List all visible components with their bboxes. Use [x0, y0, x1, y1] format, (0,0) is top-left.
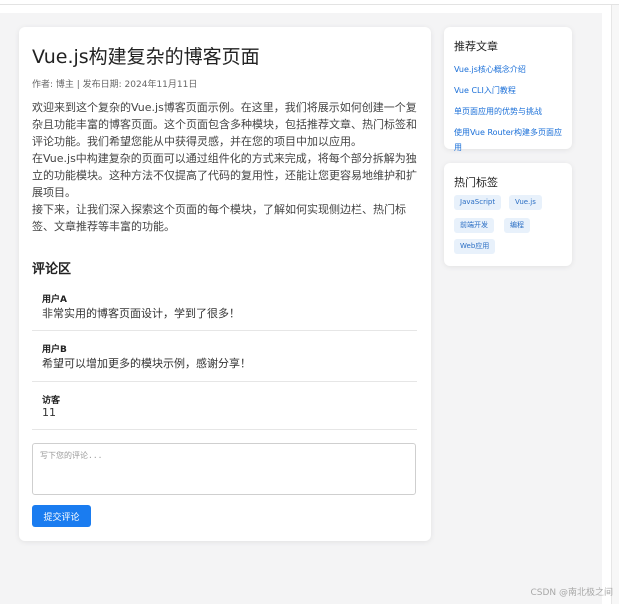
recommended-articles-card: 推荐文章 Vue.js核心概念介绍 Vue CLI入门教程 单页面应用的优势与挑…: [444, 27, 572, 152]
comment-text: 非常实用的博客页面设计，学到了很多！: [42, 307, 240, 320]
article-paragraph: 接下来，让我们深入探索这个页面的每个模块，了解如何实现侧边栏、热门标签、文章推荐…: [32, 203, 406, 233]
comment-input[interactable]: [32, 443, 416, 495]
comment-text: 希望可以增加更多的模块示例，感谢分享！: [42, 357, 251, 370]
article-paragraph: 在Vue.js中构建复杂的页面可以通过组件化的方式来完成，将每个部分拆解为独立的…: [32, 152, 417, 199]
recommended-title: 推荐文章: [454, 40, 498, 53]
article-card: Vue.js构建复杂的博客页面 作者: 博主 | 发布日期: 2024年11月1…: [19, 27, 431, 541]
comment-item: 用户B 希望可以增加更多的模块示例，感谢分享！: [32, 342, 417, 382]
tag-frontend[interactable]: 前端开发: [454, 218, 494, 233]
recommended-link[interactable]: 使用Vue Router构建多页面应用: [454, 128, 562, 152]
comment-text: 11: [42, 406, 56, 419]
tag-webapp[interactable]: Web应用: [454, 239, 496, 254]
comment-user: 用户B: [42, 345, 67, 355]
tag-programming[interactable]: 编程: [504, 218, 530, 233]
recommended-item: 单页面应用的优势与挑战: [454, 103, 564, 118]
browser-viewport: Vue.js构建复杂的博客页面 作者: 博主 | 发布日期: 2024年11月1…: [0, 0, 619, 604]
comment-item: 访客 11: [32, 393, 417, 430]
recommended-link[interactable]: Vue.js核心概念介绍: [454, 65, 526, 74]
article-meta: 作者: 博主 | 发布日期: 2024年11月11日: [32, 80, 198, 90]
watermark: CSDN @南北极之间: [530, 588, 613, 598]
comment-item: 用户A 非常实用的博客页面设计，学到了很多！: [32, 292, 417, 331]
hot-tags-title: 热门标签: [454, 176, 498, 189]
comment-user: 访客: [42, 396, 61, 406]
page-title: Vue.js构建复杂的博客页面: [32, 46, 260, 68]
comment-user: 用户A: [42, 295, 67, 305]
submit-comment-button[interactable]: 提交评论: [32, 505, 91, 527]
article-content: 欢迎来到这个复杂的Vue.js博客页面示例。在这里，我们将展示如何创建一个复杂且…: [32, 99, 418, 235]
recommended-item: Vue.js核心概念介绍: [454, 61, 564, 76]
top-divider: [0, 0, 619, 5]
recommended-list: Vue.js核心概念介绍 Vue CLI入门教程 单页面应用的优势与挑战 使用V…: [454, 61, 564, 160]
scrollbar-track[interactable]: [611, 5, 619, 604]
recommended-item: Vue CLI入门教程: [454, 82, 564, 97]
tag-vuejs[interactable]: Vue.js: [509, 195, 542, 210]
recommended-item: 使用Vue Router构建多页面应用: [454, 124, 564, 154]
tag-javascript[interactable]: JavaScript: [454, 195, 502, 210]
comments-title: 评论区: [32, 262, 72, 277]
recommended-link[interactable]: 单页面应用的优势与挑战: [454, 107, 542, 116]
article-paragraph: 欢迎来到这个复杂的Vue.js博客页面示例。在这里，我们将展示如何创建一个复杂且…: [32, 101, 417, 148]
recommended-link[interactable]: Vue CLI入门教程: [454, 86, 516, 95]
hot-tags-card: 热门标签 JavaScript Vue.js 前端开发 编程 Web应用: [444, 163, 572, 266]
